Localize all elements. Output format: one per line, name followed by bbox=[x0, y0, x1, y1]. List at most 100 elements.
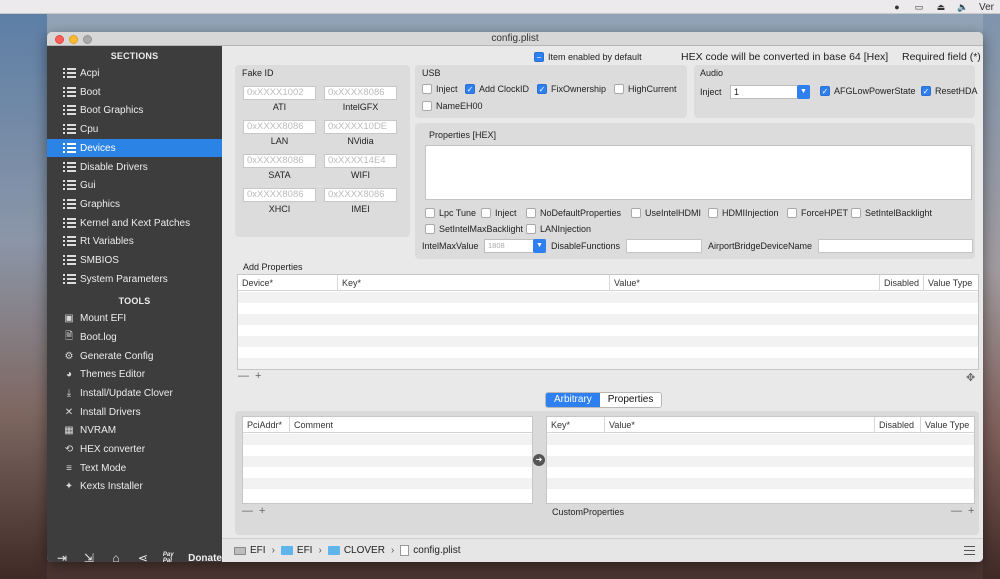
sidebar-item-generate-config[interactable]: ⚙ Generate Config bbox=[47, 347, 222, 365]
column-header-value[interactable]: Value* bbox=[610, 275, 880, 291]
table-row[interactable] bbox=[243, 434, 532, 445]
sidebar-item-smbios[interactable]: SMBIOS bbox=[47, 251, 222, 269]
usb-highcurrent-checkbox[interactable]: HighCurrent bbox=[614, 84, 677, 94]
sidebar-item-graphics[interactable]: Graphics bbox=[47, 195, 222, 213]
sidebar-item-themes-editor[interactable]: ◕ Themes Editor bbox=[47, 365, 222, 383]
lan-field[interactable]: 0xXXXX8086 bbox=[243, 120, 316, 134]
hamburger-menu-icon[interactable] bbox=[964, 546, 975, 555]
nvidia-field[interactable]: 0xXXXX10DE bbox=[324, 120, 397, 134]
path-item[interactable]: EFI bbox=[250, 545, 266, 556]
laninjection-checkbox[interactable]: LANInjection bbox=[526, 224, 591, 234]
resethda-checkbox[interactable]: ✓ ResetHDA bbox=[921, 86, 978, 96]
properties-hex-field[interactable] bbox=[425, 145, 972, 200]
sidebar-item-boot-log[interactable]: 🗎 Boot.log bbox=[47, 328, 222, 346]
column-header-value-type[interactable]: Value Type bbox=[924, 275, 978, 291]
remove-row-button[interactable]: — bbox=[951, 505, 962, 517]
sidebar-item-boot[interactable]: Boot bbox=[47, 83, 222, 101]
column-header-key[interactable]: Key* bbox=[338, 275, 610, 291]
table-row[interactable] bbox=[238, 303, 978, 314]
table-row[interactable] bbox=[547, 489, 974, 500]
table-row[interactable] bbox=[547, 445, 974, 456]
ati-field[interactable]: 0xXXXX1002 bbox=[243, 86, 316, 100]
remove-row-button[interactable]: — bbox=[242, 505, 253, 517]
hdmiinjection-checkbox[interactable]: HDMIInjection bbox=[708, 208, 779, 218]
column-header-disabled[interactable]: Disabled bbox=[880, 275, 924, 291]
setintelbacklight-checkbox[interactable]: SetIntelBacklight bbox=[851, 208, 932, 218]
chevron-down-icon[interactable]: ▼ bbox=[533, 239, 546, 253]
path-item[interactable]: config.plist bbox=[413, 545, 460, 556]
column-header-key[interactable]: Key* bbox=[547, 417, 605, 433]
imei-field[interactable]: 0xXXXX8086 bbox=[324, 188, 397, 202]
remove-row-button[interactable]: — bbox=[238, 370, 249, 382]
sata-field[interactable]: 0xXXXX8086 bbox=[243, 154, 316, 168]
table-row[interactable] bbox=[243, 478, 532, 489]
wifi-field[interactable]: 0xXXXX14E4 bbox=[324, 154, 397, 168]
setintelmaxbacklight-checkbox[interactable]: SetIntelMaxBacklight bbox=[425, 224, 523, 234]
table-row[interactable] bbox=[243, 467, 532, 478]
disable-functions-field[interactable] bbox=[626, 239, 702, 253]
export-icon[interactable]: ⇲ bbox=[82, 551, 96, 562]
table-row[interactable] bbox=[238, 358, 978, 369]
usb-add-clockid-checkbox[interactable]: ✓ Add ClockID bbox=[465, 84, 529, 94]
home-icon[interactable]: ⌂ bbox=[109, 551, 123, 562]
share-icon[interactable]: ⋖ bbox=[136, 551, 150, 562]
move-icon[interactable]: ✥ bbox=[966, 371, 975, 384]
path-item[interactable]: EFI bbox=[297, 545, 313, 556]
column-header-value-type[interactable]: Value Type bbox=[921, 417, 974, 433]
xhci-field[interactable]: 0xXXXX8086 bbox=[243, 188, 316, 202]
column-header-value[interactable]: Value* bbox=[605, 417, 875, 433]
nodefaultproperties-checkbox[interactable]: NoDefaultProperties bbox=[526, 208, 621, 218]
table-row[interactable] bbox=[243, 456, 532, 467]
import-icon[interactable]: ⇥ bbox=[55, 551, 69, 562]
sidebar-item-install-drivers[interactable]: ✕ Install Drivers bbox=[47, 403, 222, 421]
forcehpet-checkbox[interactable]: ForceHPET bbox=[787, 208, 848, 218]
pciaddr-table[interactable]: PciAddr* Comment bbox=[242, 416, 533, 504]
custom-properties-table[interactable]: Key* Value* Disabled Value Type bbox=[546, 416, 975, 504]
sidebar-item-mount-efi[interactable]: ▣ Mount EFI bbox=[47, 309, 222, 327]
sidebar-item-acpi[interactable]: Acpi bbox=[47, 64, 222, 82]
table-row[interactable] bbox=[238, 336, 978, 347]
table-row[interactable] bbox=[238, 325, 978, 336]
volume-icon[interactable]: 🔈 bbox=[957, 2, 969, 12]
eject-icon[interactable]: ⏏ bbox=[935, 2, 947, 12]
menu-bar-text[interactable]: Ver bbox=[979, 2, 994, 13]
useintelhdmi-checkbox[interactable]: UseIntelHDMI bbox=[631, 208, 701, 218]
table-row[interactable] bbox=[243, 445, 532, 456]
table-row[interactable] bbox=[547, 478, 974, 489]
intelgfx-field[interactable]: 0xXXXX8086 bbox=[324, 86, 397, 100]
column-header-pciaddr[interactable]: PciAddr* bbox=[243, 417, 290, 433]
chevron-down-icon[interactable]: ▼ bbox=[797, 85, 810, 99]
donate-button[interactable]: Pay Pal Donate bbox=[163, 552, 222, 562]
sidebar-item-hex-converter[interactable]: ⟲ HEX converter bbox=[47, 440, 222, 458]
afglowpowerstate-checkbox[interactable]: ✓ AFGLowPowerState bbox=[820, 86, 916, 96]
add-properties-table[interactable]: Device* Key* Value* Disabled Value Type bbox=[237, 274, 979, 370]
arrow-right-circle-icon[interactable]: ➜ bbox=[533, 454, 545, 466]
table-row[interactable] bbox=[238, 347, 978, 358]
sidebar-item-nvram[interactable]: ▦ NVRAM bbox=[47, 421, 222, 439]
add-row-button[interactable]: + bbox=[255, 370, 261, 382]
table-row[interactable] bbox=[238, 314, 978, 325]
sidebar-item-kernel-patches[interactable]: Kernel and Kext Patches bbox=[47, 214, 222, 232]
column-header-comment[interactable]: Comment bbox=[290, 417, 532, 433]
usb-fixownership-checkbox[interactable]: ✓ FixOwnership bbox=[537, 84, 606, 94]
battery-icon[interactable]: ▭ bbox=[913, 2, 925, 12]
add-row-button[interactable]: + bbox=[259, 505, 265, 517]
usb-inject-checkbox[interactable]: Inject bbox=[422, 84, 458, 94]
table-row[interactable] bbox=[243, 489, 532, 500]
sidebar-item-gui[interactable]: Gui bbox=[47, 176, 222, 194]
table-row[interactable] bbox=[547, 456, 974, 467]
sidebar-item-boot-graphics[interactable]: Boot Graphics bbox=[47, 101, 222, 119]
audio-inject-combo[interactable]: 1 ▼ bbox=[730, 85, 810, 99]
lpc-tune-checkbox[interactable]: Lpc Tune bbox=[425, 208, 476, 218]
tab-arbitrary[interactable]: Arbitrary bbox=[546, 393, 600, 407]
table-row[interactable] bbox=[547, 434, 974, 445]
path-item[interactable]: CLOVER bbox=[344, 545, 385, 556]
sidebar-item-devices[interactable]: Devices bbox=[47, 139, 222, 157]
airport-bridge-field[interactable] bbox=[818, 239, 973, 253]
tab-properties[interactable]: Properties bbox=[599, 393, 662, 407]
add-row-button[interactable]: + bbox=[968, 505, 974, 517]
sidebar-item-text-mode[interactable]: ≡ Text Mode bbox=[47, 459, 222, 477]
intel-max-value-combo[interactable]: 1808 ▼ bbox=[484, 239, 546, 253]
table-row[interactable] bbox=[238, 292, 978, 303]
column-header-device[interactable]: Device* bbox=[238, 275, 338, 291]
